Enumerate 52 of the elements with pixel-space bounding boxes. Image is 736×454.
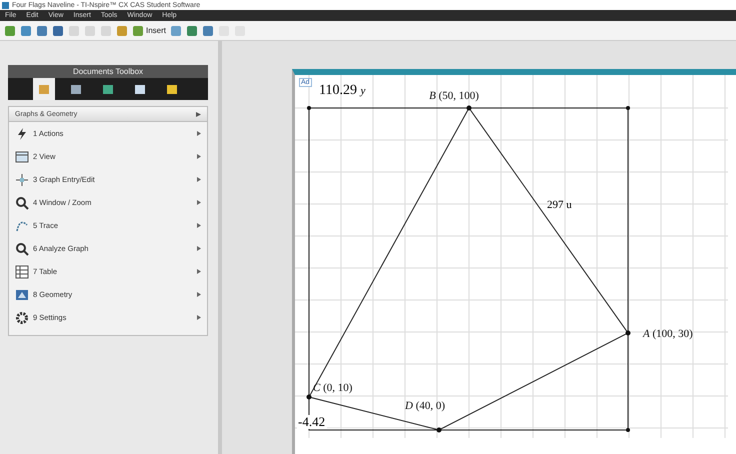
caret-icon [197,131,201,136]
tab-icon [167,84,177,94]
point-label: C (0, 10) [313,382,352,394]
y-max-label: 110.29 y [319,83,366,98]
length-measurement: 297 u [547,199,572,211]
toolbar-icon [52,24,64,36]
toolbar-button[interactable] [116,24,128,36]
toolbar-icon [84,24,96,36]
toolbar-button[interactable] [186,24,198,36]
toolbar-icon [36,24,48,36]
toolbar-icon [170,24,182,36]
toolbar-icon [68,24,80,36]
point-label: B (50, 100) [429,90,479,102]
caret-icon [197,223,201,228]
tab-icon [39,84,49,94]
toolbar-icon [4,24,16,36]
app-icon [2,2,9,8]
caret-icon [197,292,201,297]
caret-icon [197,269,201,274]
toolbar-icon [202,24,214,36]
insert-button[interactable]: Insert [132,24,166,36]
toolbar-button[interactable] [4,24,16,36]
tab-icon [135,84,145,94]
toolbar-icon [20,24,32,36]
caret-icon [197,200,201,205]
caret-icon [197,246,201,251]
search-icon [15,196,29,210]
window-icon [15,150,29,164]
toolbar-icon [132,24,144,36]
toolbar-button[interactable] [52,24,64,36]
toolbar-button[interactable] [36,24,48,36]
tab-icon [71,84,81,94]
search-icon [15,242,29,256]
toolbar-button[interactable] [202,24,214,36]
y-min-label: -4.42 [298,414,326,429]
caret-icon [196,112,201,116]
settings-icon [15,310,29,324]
toolbar-icon [100,24,112,36]
toolbar-icon [186,24,198,36]
point-label: D (40, 0) [405,400,446,412]
axes-icon [15,172,29,186]
toolbar-button[interactable] [20,24,32,36]
caret-icon [197,315,201,320]
caret-icon [197,177,201,182]
point-label: A (100, 30) [643,328,693,340]
toolbar-icon [116,24,128,36]
tab-icon [103,84,113,94]
toolbox-title: Documents Toolbox [8,65,208,78]
lightning-icon [15,126,29,140]
table-icon [15,264,29,278]
caret-icon [197,154,201,159]
toolbar-button[interactable] [170,24,182,36]
